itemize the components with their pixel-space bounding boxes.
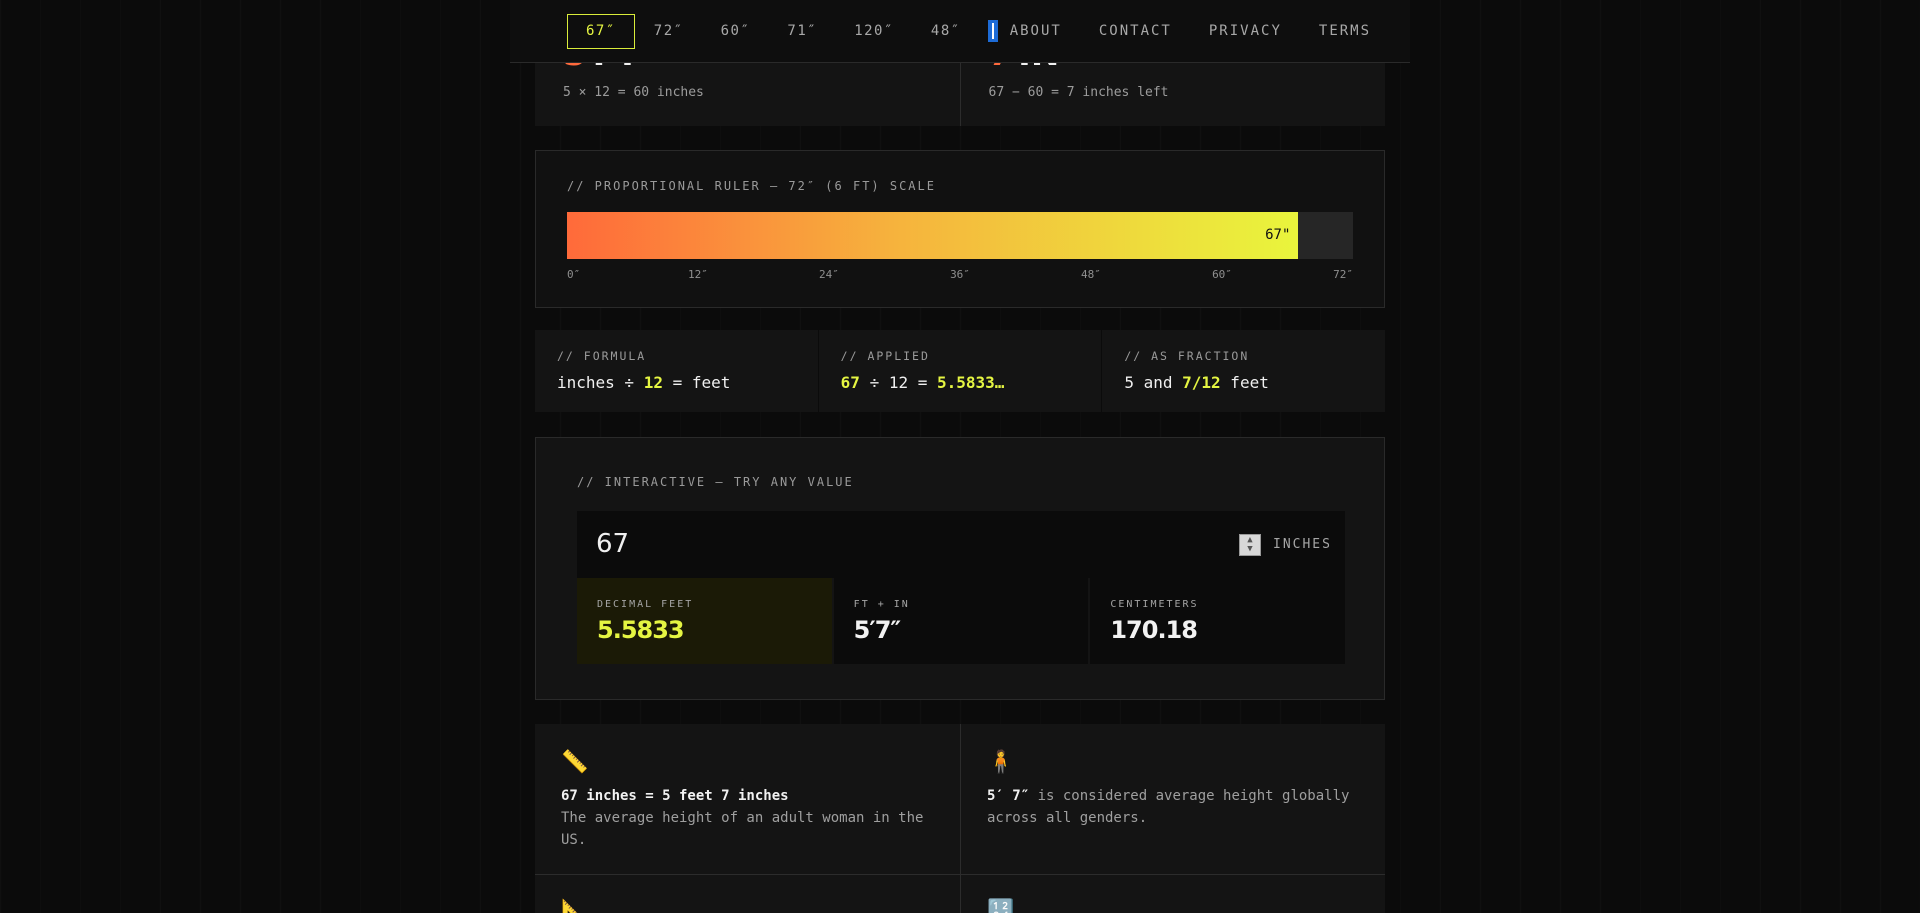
fact-card: 🧍 5′ 7″ is considered average height glo… <box>960 724 1385 874</box>
ruler-track: 67" <box>567 212 1353 259</box>
text-cursor-icon <box>987 20 998 42</box>
pill-72[interactable]: 72″ <box>636 14 702 49</box>
ruler-icon: 📏 <box>561 750 589 775</box>
pill-120[interactable]: 120″ <box>836 14 912 49</box>
facts-grid: 📏 67 inches = 5 feet 7 inches The average… <box>535 724 1385 913</box>
conversion-outputs: DECIMAL FEET 5.5833 FT + IN 5′7″ CENTIME… <box>577 578 1346 664</box>
nav-link-contact[interactable]: CONTACT <box>1099 23 1172 39</box>
pill-60[interactable]: 60″ <box>703 14 769 49</box>
inches-subtext: 67 − 60 = 7 inches left <box>988 85 1169 100</box>
ruler-tick: 0″ <box>567 268 581 281</box>
feet-subtext: 5 × 12 = 60 inches <box>563 85 704 100</box>
nav-link-privacy[interactable]: PRIVACY <box>1209 23 1282 39</box>
nav-link-about[interactable]: ABOUT <box>1010 23 1062 39</box>
pill-48[interactable]: 48″ <box>913 14 979 49</box>
fact-text: The average height of an adult woman in … <box>561 810 924 848</box>
inches-input-value[interactable]: 67 <box>596 529 629 559</box>
fraction-value: 5 and 7/12 feet <box>1124 373 1269 392</box>
applied-cell: // APPLIED 67 ÷ 12 = 5.5833… <box>818 330 1102 412</box>
centimeters-value: 170.18 <box>1110 616 1198 644</box>
pill-67[interactable]: 67″ <box>567 13 635 49</box>
number-keycap-icon: 🔢 <box>987 899 1015 913</box>
decimal-feet-label: DECIMAL FEET <box>597 599 694 610</box>
fraction-cell: // AS FRACTION 5 and 7/12 feet <box>1102 330 1386 412</box>
ft-in-label: FT + IN <box>853 599 910 610</box>
facts-row-2: 📐 🔢 <box>535 874 1385 913</box>
centimeters-output: CENTIMETERS 170.18 <box>1090 578 1346 664</box>
applied-label: // APPLIED <box>840 349 930 363</box>
ruler-tick: 24″ <box>819 268 839 281</box>
input-unit: INCHES <box>1273 537 1332 552</box>
nav-link-terms[interactable]: TERMS <box>1319 23 1371 39</box>
fact-card: 📐 <box>535 875 960 913</box>
ruler-ticks: 0″ 12″ 24″ 36″ 48″ 60″ 72″ <box>567 268 1353 282</box>
formula-row: // FORMULA inches ÷ 12 = feet // APPLIED… <box>535 330 1386 412</box>
decimal-feet-output: DECIMAL FEET 5.5833 <box>577 578 832 664</box>
centimeters-label: CENTIMETERS <box>1110 599 1199 610</box>
fact-card: 📏 67 inches = 5 feet 7 inches The average… <box>535 724 960 874</box>
fact-text: is considered average height globally ac… <box>987 788 1350 826</box>
formula-value: inches ÷ 12 = feet <box>557 373 731 392</box>
fact-title: 67 inches = 5 feet 7 inches <box>561 788 789 804</box>
applied-value: 67 ÷ 12 = 5.5833… <box>840 373 1005 392</box>
fact-title: 5′ 7″ <box>987 788 1030 804</box>
number-stepper-icon[interactable]: ▲ ▼ <box>1239 534 1261 556</box>
top-nav: 67″ 72″ 60″ 71″ 120″ 48″ ABOUT CONTACT P… <box>510 0 1410 63</box>
interactive-label: // INTERACTIVE — TRY ANY VALUE <box>577 475 854 489</box>
decimal-feet-value: 5.5833 <box>597 616 685 644</box>
ruler-label: // PROPORTIONAL RULER — 72″ (6 FT) SCALE <box>567 179 936 193</box>
ft-in-value: 5′7″ <box>853 616 901 644</box>
ruler-tick: 60″ <box>1212 268 1232 281</box>
ruler-tick: 36″ <box>950 268 970 281</box>
fact-card: 🔢 <box>960 875 1385 913</box>
ruler-tick: 48″ <box>1081 268 1101 281</box>
ruler-fill: 67" <box>567 212 1299 259</box>
ft-in-output: FT + IN 5′7″ <box>833 578 1089 664</box>
inches-input[interactable]: 67 ▲ ▼ INCHES <box>577 511 1345 578</box>
formula-cell: // FORMULA inches ÷ 12 = feet <box>535 330 818 412</box>
triangle-ruler-icon: 📐 <box>561 899 589 913</box>
proportional-ruler: // PROPORTIONAL RULER — 72″ (6 FT) SCALE… <box>535 150 1385 308</box>
ruler-tick: 12″ <box>688 268 708 281</box>
fraction-label: // AS FRACTION <box>1124 349 1250 363</box>
person-icon: 🧍 <box>987 750 1015 775</box>
interactive-converter: // INTERACTIVE — TRY ANY VALUE 67 ▲ ▼ INC… <box>535 437 1385 700</box>
ruler-value: 67" <box>1265 227 1291 243</box>
pill-71[interactable]: 71″ <box>769 14 835 49</box>
ruler-tick: 72″ <box>1333 268 1353 281</box>
formula-label: // FORMULA <box>557 349 647 363</box>
